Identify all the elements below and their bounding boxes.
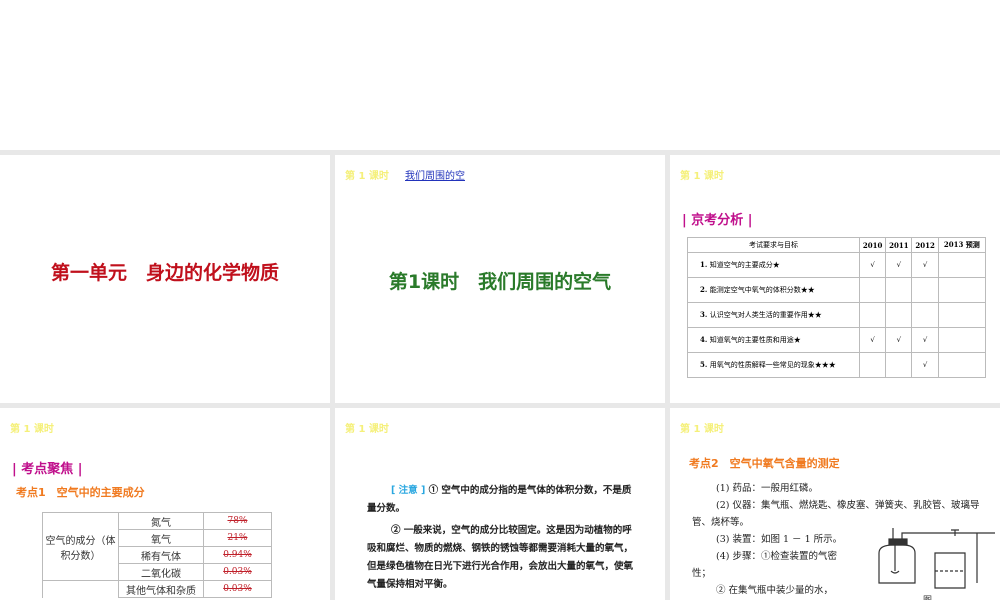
check-cell (937, 252, 987, 278)
step-line: (4) 步骤：①检查装置的气密性； (692, 551, 837, 579)
step-line: (1) 药品：一般用红磷。 (716, 483, 818, 494)
check-cell (937, 352, 987, 378)
gas-value: 78% (203, 512, 272, 530)
col-header: 考试要求与目标 (687, 237, 860, 253)
gas-value: 0.03% (203, 580, 272, 598)
slide-header: 第 1 课时 (680, 171, 724, 182)
table-row: 4. 知道氧气的主要性质和用途★ √ √ √ (687, 327, 987, 353)
requirement-cell: 3. 认识空气对人类生活的重要作用★★ (687, 302, 860, 328)
section-heading: | 京考分析 | (682, 213, 753, 228)
requirement-cell: 1. 知道空气的主要成分★ (687, 252, 860, 278)
check-cell (858, 352, 887, 378)
check-cell (911, 277, 939, 303)
gas-name: 稀有气体 (118, 546, 204, 564)
slide-header: 第 1 课时 (345, 171, 389, 182)
check-cell (937, 302, 987, 328)
note-label: [ 注意 ] (391, 485, 426, 496)
gas-name: 二氧化碳 (118, 563, 204, 581)
slide-thumbnail-6[interactable]: 第 1 课时 考点2 空气中氧气含量的测定 (1) 药品：一般用红磷。 (2) … (670, 408, 1000, 600)
table-row: 其他气体和杂质 0.03% (42, 580, 272, 598)
subtitle: 考点2 空气中氧气含量的测定 (689, 457, 840, 470)
step-line: (3) 装置：如图 1 － 1 所示。 (716, 534, 843, 545)
check-cell (858, 277, 887, 303)
table-row: 空气的成分（体积分数） 氮气 78% (42, 512, 272, 581)
table-row: 1. 知道空气的主要成分★ √ √ √ (687, 252, 987, 278)
requirement-cell: 2. 能测定空气中氧气的体积分数★★ (687, 277, 860, 303)
step-line: ② 在集气瓶中装少量的水， (716, 585, 834, 596)
check-cell: √ (911, 327, 939, 353)
slide-title: 第一单元 身边的化学物质 (50, 262, 279, 284)
check-cell: √ (911, 352, 939, 378)
slide-title: 第1课时 我们周围的空气 (388, 271, 612, 293)
col-header: 2011 (885, 237, 913, 253)
table-row: 5. 用氧气的性质解释一些常见的现象★★★ √ (687, 352, 987, 378)
gas-name: 氧气 (118, 529, 204, 547)
check-cell (937, 277, 987, 303)
check-cell: √ (911, 252, 939, 278)
check-cell: √ (885, 252, 913, 278)
lesson-link[interactable]: 我们周围的空 (405, 167, 465, 182)
note-paragraph-1: [ 注意 ] ① 空气中的成分指的是气体的体积分数，不是质量分数。 (367, 482, 637, 518)
gas-name: 氮气 (118, 512, 204, 530)
section-heading: | 考点聚焦 | (12, 462, 83, 477)
check-cell: √ (858, 252, 887, 278)
empty-cell (42, 580, 119, 598)
gas-value: 0.03% (203, 563, 272, 581)
slide-thumbnail-5[interactable]: 第 1 课时 [ 注意 ] ① 空气中的成分指的是气体的体积分数，不是质量分数。… (335, 408, 665, 600)
check-cell (885, 352, 913, 378)
table-row: 3. 认识空气对人类生活的重要作用★★ (687, 302, 987, 328)
slide-thumbnail-4[interactable]: 第 1 课时 | 考点聚焦 | 考点1 空气中的主要成分 空气的成分（体积分数）… (0, 408, 330, 600)
air-composition-table: 空气的成分（体积分数） 氮气 78% 氧气 21% 稀有气体 0.94% 二氧化碳 0.03% 其… (42, 512, 272, 598)
slide-thumbnail-2[interactable]: 第 1 课时 我们周围的空 第1课时 我们周围的空气 (335, 155, 665, 403)
col-header: 2010 (858, 237, 887, 253)
col-header: 2013 预测 (937, 237, 987, 253)
check-cell (911, 302, 939, 328)
slide-thumbnail-3[interactable]: 第 1 课时 | 京考分析 | 考试要求与目标 2010 2011 2012 2013 … (670, 155, 1000, 403)
table-row: 2. 能测定空气中氧气的体积分数★★ (687, 277, 987, 303)
col-header: 2012 (911, 237, 939, 253)
figure-label: 图 (923, 595, 932, 600)
gas-value: 21% (203, 529, 272, 547)
check-cell: √ (885, 327, 913, 353)
gas-value: 0.94% (203, 546, 272, 564)
slide-header: 第 1 课时 (680, 424, 724, 435)
apparatus-diagram: 图 (878, 528, 995, 600)
check-cell: √ (858, 327, 887, 353)
subtitle: 考点1 空气中的主要成分 (16, 486, 145, 499)
check-cell (885, 302, 913, 328)
check-cell (858, 302, 887, 328)
slide-header: 第 1 课时 (10, 424, 54, 435)
slide-header: 第 1 课时 (345, 424, 389, 435)
requirement-cell: 5. 用氧气的性质解释一些常见的现象★★★ (687, 352, 860, 378)
note-paragraph-2: ② 一般来说，空气的成分比较固定。这是因为动植物的呼吸和腐烂、物质的燃烧、钢铁的… (367, 525, 634, 590)
exam-analysis-table: 考试要求与目标 2010 2011 2012 2013 预测 1. 知道空气的主要成分★… (687, 237, 987, 378)
row-label: 空气的成分（体积分数） (42, 512, 119, 581)
check-cell (885, 277, 913, 303)
check-cell (937, 327, 987, 353)
gas-name: 其他气体和杂质 (118, 580, 204, 598)
slide-thumbnail-1[interactable]: 第一单元 身边的化学物质 (0, 155, 330, 403)
requirement-cell: 4. 知道氧气的主要性质和用途★ (687, 327, 860, 353)
blank-top-area (0, 0, 1000, 150)
